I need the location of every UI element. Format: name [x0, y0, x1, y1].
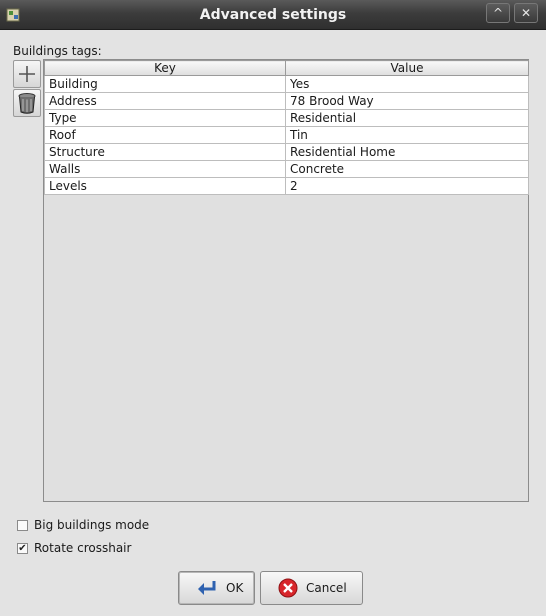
- key-cell[interactable]: Levels: [44, 177, 286, 195]
- rotate-crosshair-checkbox[interactable]: ✔: [17, 542, 28, 554]
- tags-table: Key Value Building Yes Address 78 Brood …: [43, 59, 529, 502]
- column-header-value[interactable]: Value: [285, 60, 529, 76]
- table-row[interactable]: Roof Tin: [44, 126, 529, 144]
- trash-can-icon: [18, 93, 36, 114]
- window-title: Advanced settings: [199, 7, 347, 23]
- title-bar: Advanced settings ^ ✕: [0, 0, 546, 30]
- key-cell[interactable]: Type: [44, 109, 286, 127]
- enter-arrow-icon: [198, 581, 216, 595]
- chevron-up-icon: ^: [492, 6, 504, 20]
- key-cell[interactable]: Address: [44, 92, 286, 110]
- rotate-crosshair-option[interactable]: ✔ Rotate crosshair: [17, 541, 131, 555]
- close-button[interactable]: ✕: [514, 3, 538, 23]
- delete-tag-button[interactable]: [13, 89, 41, 117]
- table-row[interactable]: Address 78 Brood Way: [44, 92, 529, 110]
- value-cell[interactable]: Yes: [285, 75, 529, 93]
- dialog-body: Buildings tags: Key Value Building Yes A…: [0, 30, 546, 616]
- cancel-label: Cancel: [306, 581, 347, 595]
- rotate-crosshair-label: Rotate crosshair: [34, 541, 132, 555]
- key-cell[interactable]: Roof: [44, 126, 286, 144]
- column-header-key[interactable]: Key: [44, 60, 286, 76]
- big-buildings-checkbox[interactable]: [17, 519, 28, 531]
- value-cell[interactable]: Residential: [285, 109, 529, 127]
- cancel-button[interactable]: Cancel: [260, 571, 363, 605]
- buildings-tags-label: Buildings tags:: [13, 44, 102, 58]
- ok-button[interactable]: OK: [178, 571, 255, 605]
- table-row[interactable]: Type Residential: [44, 109, 529, 127]
- table-row[interactable]: Structure Residential Home: [44, 143, 529, 161]
- key-cell[interactable]: Structure: [44, 143, 286, 161]
- plus-icon: [19, 66, 35, 82]
- table-row[interactable]: Walls Concrete: [44, 160, 529, 178]
- cancel-icon: [278, 578, 298, 598]
- value-cell[interactable]: Tin: [285, 126, 529, 144]
- table-row[interactable]: Building Yes: [44, 75, 529, 93]
- value-cell[interactable]: 78 Brood Way: [285, 92, 529, 110]
- big-buildings-option[interactable]: Big buildings mode: [17, 518, 149, 532]
- big-buildings-label: Big buildings mode: [34, 518, 150, 532]
- value-cell[interactable]: Concrete: [285, 160, 529, 178]
- key-cell[interactable]: Walls: [44, 160, 286, 178]
- maximize-button[interactable]: ^: [486, 3, 510, 23]
- table-row[interactable]: Levels 2: [44, 177, 529, 195]
- value-cell[interactable]: Residential Home: [285, 143, 529, 161]
- value-cell[interactable]: 2: [285, 177, 529, 195]
- ok-label: OK: [226, 581, 244, 595]
- key-cell[interactable]: Building: [44, 75, 286, 93]
- add-tag-button[interactable]: [13, 60, 41, 88]
- close-icon: ✕: [520, 6, 532, 20]
